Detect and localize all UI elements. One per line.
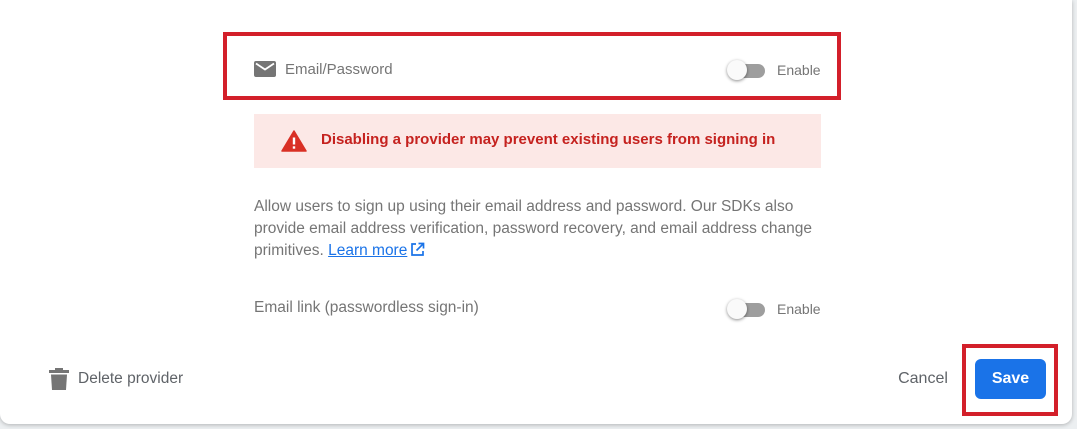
- cancel-button[interactable]: Cancel: [888, 363, 958, 395]
- trash-icon: [49, 368, 69, 390]
- email-link-label: Email link (passwordless sign-in): [254, 299, 479, 316]
- email-link-enable-toggle[interactable]: [727, 299, 767, 319]
- toggle-thumb: [727, 299, 747, 319]
- provider-highlight-box: [223, 32, 841, 100]
- external-link-icon[interactable]: [410, 242, 425, 257]
- provider-dialog: Email/Password Enable Disabling a provid…: [0, 0, 1072, 424]
- warning-icon: [281, 130, 307, 152]
- warning-text: Disabling a provider may prevent existin…: [321, 131, 776, 148]
- provider-description: Allow users to sign up using their email…: [254, 196, 829, 262]
- warning-banner: Disabling a provider may prevent existin…: [254, 114, 821, 168]
- delete-provider-label: Delete provider: [78, 370, 184, 387]
- learn-more-link[interactable]: Learn more: [328, 242, 407, 259]
- email-link-toggle-label: Enable: [777, 301, 821, 317]
- save-highlight-box: [962, 344, 1058, 416]
